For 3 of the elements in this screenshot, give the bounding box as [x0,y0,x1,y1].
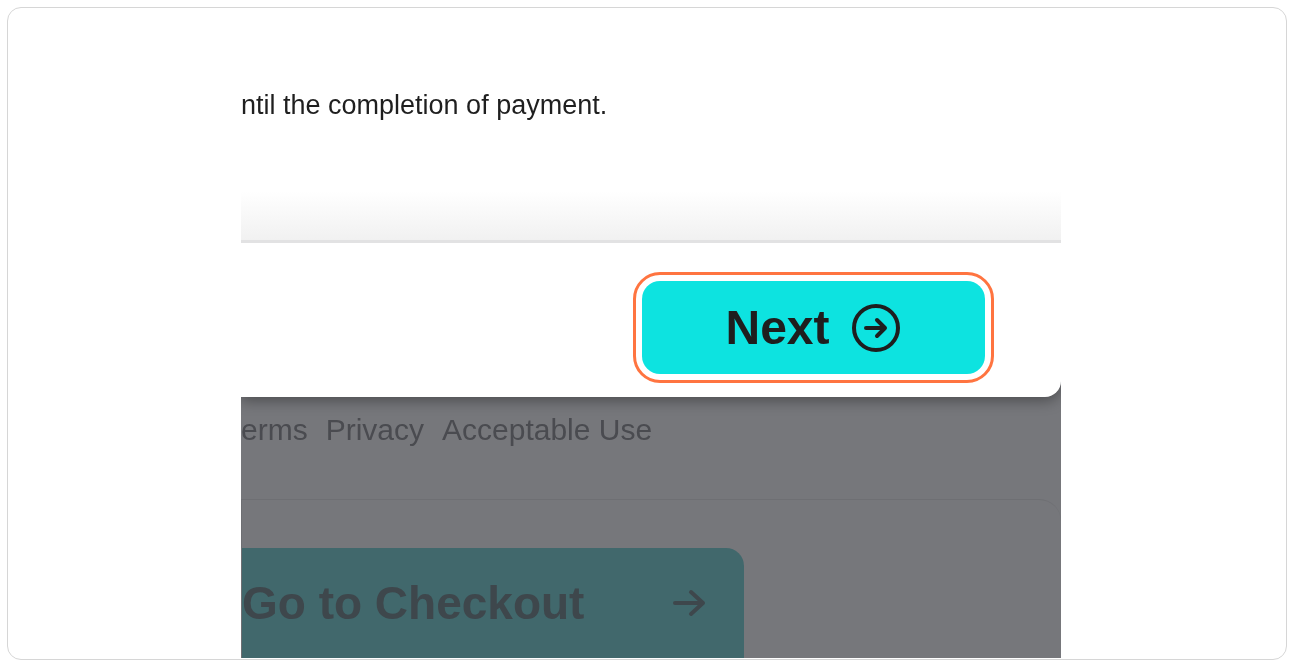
arrow-circle-icon [849,301,902,354]
arrow-right-icon [672,588,708,618]
body-text: ntil the completion of payment. [241,90,609,121]
